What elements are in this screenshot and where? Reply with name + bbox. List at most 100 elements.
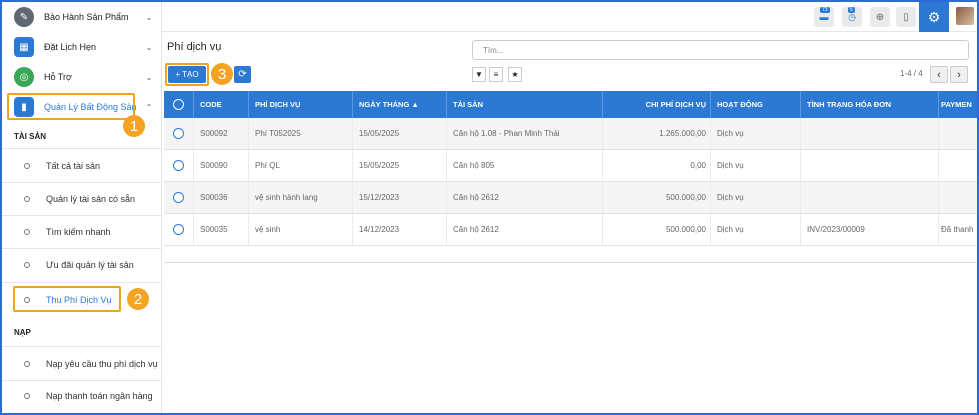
bullet-icon [24,163,30,169]
cell-invoice-status [801,182,939,213]
menu-item-support[interactable]: ◎ Hỗ Trợ ⌄ [2,62,162,92]
cell-cost: 0,00 [603,150,711,181]
sidebar-item-label: Tất cả tài sản [46,161,101,171]
pager-value: 1-4 / 4 [900,69,923,78]
cell-code: S00090 [194,150,249,181]
sidebar-item-label: Ưu đãi quản lý tài sản [46,260,134,270]
step-marker-2: 2 [127,288,149,310]
sidebar-item-deposit-requests[interactable]: Nạp yêu cầu thu phí dịch vụ [2,350,162,378]
create-button[interactable]: + TẠO [168,66,206,83]
column-header-code[interactable]: CODE [194,91,249,118]
cell-payment [939,118,977,149]
divider [2,215,162,216]
group-by-button[interactable]: ≡ [489,67,503,82]
chevron-up-icon: ⌃ [145,102,153,112]
globe-button[interactable]: ⊕ [870,7,890,27]
row-checkbox[interactable] [164,150,194,181]
filter-button[interactable]: ▼ [472,67,486,82]
gear-icon: ⚙ [927,8,941,25]
mobile-button[interactable]: ▯ [896,7,916,27]
table-row[interactable]: S00092 Phí T052025 15/05/2025 Căn hộ 1.0… [164,118,977,150]
cell-payment: Đã thanh [941,225,974,234]
top-bar: ▬ 73 ◷ 5 ⊕ ▯ ⚙ [162,2,977,32]
list-icon: ≡ [493,70,499,79]
divider [2,248,162,249]
row-checkbox[interactable] [164,118,194,149]
table-bottom-border [164,262,977,263]
chevron-right-icon: › [957,68,961,81]
divider [2,380,162,381]
select-all-checkbox[interactable] [164,91,194,118]
section-heading-assets: TÀI SẢN [14,132,46,141]
mobile-icon: ▯ [903,11,909,23]
globe-icon: ⊕ [875,11,885,23]
menu-label: Đặt Lịch Hẹn [44,42,97,52]
cell-cost: 500.000,00 [603,182,711,213]
divider [2,182,162,183]
divider [2,346,162,347]
cell-invoice-status [801,150,939,181]
cell-asset: Căn hộ 805 [447,150,603,181]
divider [2,148,162,149]
highlight-service-fees [13,286,121,312]
sidebar-item-available-assets[interactable]: Quản lý tài sản có sẵn [2,185,162,213]
chevron-left-icon: ‹ [937,68,941,81]
menu-item-appointment[interactable]: ▦ Đặt Lịch Hẹn ⌄ [2,32,162,62]
cell-invoice-status [801,118,939,149]
clock-icon: ◷ [848,11,856,22]
activity-button[interactable]: ◷ 5 [842,7,862,27]
chat-count-badge: 73 [820,7,830,13]
cell-service: Phí QL [249,150,353,181]
column-header-cost[interactable]: CHI PHÍ DỊCH VỤ [603,91,711,118]
cell-cost: 1.265.000,00 [603,118,711,149]
bullet-icon [24,229,30,235]
bullet-icon [24,361,30,367]
cell-service: vệ sinh [249,214,353,245]
table-row[interactable]: S00090 Phí QL 15/05/2025 Căn hộ 805 0,00… [164,150,977,182]
sidebar-item-label: Nạp thanh toán ngân hàng [46,391,153,401]
column-header-service[interactable]: PHÍ DỊCH VỤ [249,91,353,118]
table-row[interactable]: S00035 vệ sinh 14/12/2023 Căn hộ 2612 50… [164,214,977,246]
search-input[interactable]: Tìm... [472,40,969,60]
lifebuoy-icon: ◎ [14,67,34,87]
avatar[interactable] [956,7,974,25]
sidebar-item-all-assets[interactable]: Tất cả tài sản [2,152,162,180]
column-header-date[interactable]: NGÀY THÁNG ▲ [353,91,447,118]
step-marker-3: 3 [211,63,233,85]
column-header-payment[interactable]: PAYMEN [939,91,977,118]
cell-service: vệ sinh hành lang [249,182,353,213]
cell-asset: Căn hộ 2612 [447,214,603,245]
pager-prev-button[interactable]: ‹ [930,66,948,83]
calendar-icon: ▦ [14,37,34,57]
settings-button[interactable]: ⚙ [919,2,949,32]
table-row[interactable]: S00036 vệ sinh hành lang 15/12/2023 Căn … [164,182,977,214]
column-header-activity[interactable]: HOẠT ĐỘNG [711,91,801,118]
menu-item-warranty[interactable]: ✎ Bảo Hành Sản Phẩm ⌄ [2,2,162,32]
chat-icon: ▬ [819,12,829,22]
pager-next-button[interactable]: › [950,66,968,83]
sidebar-item-label: Tìm kiếm nhanh [46,227,111,237]
filter-icon: ▼ [475,70,483,79]
menu-label: Hỗ Trợ [44,72,72,82]
chat-button[interactable]: ▬ 73 [814,7,834,27]
menu-label: Bảo Hành Sản Phẩm [44,12,129,22]
sidebar-item-asset-offers[interactable]: Ưu đãi quản lý tài sản [2,251,162,279]
column-header-invoice-status[interactable]: TÌNH TRẠNG HÓA ĐƠN [801,91,939,118]
refresh-button[interactable]: ⟳ [234,66,251,83]
favorites-button[interactable]: ★ [508,67,522,82]
cell-asset: Căn hộ 1.08 - Phan Minh Thái [447,118,603,149]
row-checkbox[interactable] [164,182,194,213]
step-marker-1: 1 [123,115,145,137]
column-header-asset[interactable]: TÀI SẢN [447,91,603,118]
star-icon: ★ [511,70,519,79]
cell-date: 15/05/2025 [353,118,447,149]
sidebar: ✎ Bảo Hành Sản Phẩm ⌄ ▦ Đặt Lịch Hẹn ⌄ ◎… [2,2,162,413]
highlight-real-estate [7,93,135,120]
sidebar-item-quick-search[interactable]: Tìm kiếm nhanh [2,218,162,246]
cell-date: 14/12/2023 [353,214,447,245]
sidebar-item-label: Quản lý tài sản có sẵn [46,194,136,204]
refresh-icon: ⟳ [238,69,247,80]
sidebar-item-bank-payments[interactable]: Nạp thanh toán ngân hàng [2,382,162,410]
bullet-icon [24,262,30,268]
row-checkbox[interactable] [164,214,194,245]
